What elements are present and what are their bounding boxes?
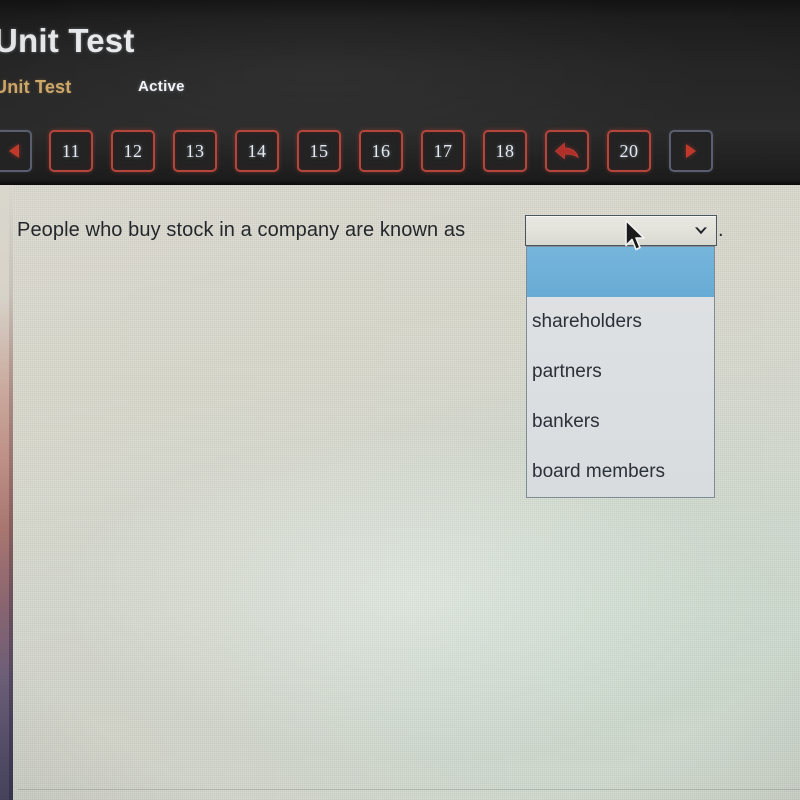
answer-select-dropdown[interactable]: shareholders partners bankers board memb… — [526, 246, 715, 498]
pagination-item-20[interactable]: 20 — [607, 130, 651, 172]
dropdown-option-partners[interactable]: partners — [527, 347, 714, 397]
pagination-next-button[interactable] — [669, 130, 713, 172]
triangle-left-icon — [9, 144, 19, 158]
triangle-right-icon — [686, 144, 696, 158]
screenshot-root: Unit Test Unit Test Active 11 12 13 14 1… — [0, 0, 800, 800]
left-bezel-shadow — [9, 185, 13, 800]
app-header: Unit Test Unit Test Active 11 12 13 14 1… — [0, 0, 800, 185]
pagination-item-12[interactable]: 12 — [111, 130, 155, 172]
question-pagination[interactable]: 11 12 13 14 15 16 17 18 20 — [0, 129, 731, 173]
breadcrumb-unit-test[interactable]: Unit Test — [0, 77, 71, 98]
dropdown-option-label: bankers — [532, 411, 600, 432]
pagination-item-16[interactable]: 16 — [359, 130, 403, 172]
dropdown-option-label: shareholders — [532, 311, 642, 332]
pagination-label: 13 — [185, 140, 205, 161]
pagination-label: 20 — [619, 140, 639, 161]
pagination-item-18[interactable]: 18 — [483, 130, 527, 172]
chevron-down-icon[interactable] — [693, 224, 709, 238]
dropdown-option-board-members[interactable]: board members — [527, 447, 714, 497]
pagination-label: 16 — [371, 140, 391, 161]
pagination-label: 18 — [495, 140, 515, 161]
pagination-label: 17 — [433, 140, 453, 161]
question-trailing-period: . — [718, 219, 724, 241]
dropdown-option-blank[interactable] — [527, 247, 714, 297]
pagination-label: 12 — [123, 140, 143, 161]
pagination-item-19-flagged[interactable] — [545, 130, 589, 172]
dropdown-option-label: board members — [532, 461, 666, 482]
dropdown-option-bankers[interactable]: bankers — [527, 397, 714, 447]
pagination-item-17[interactable]: 17 — [421, 130, 465, 172]
pagination-item-11[interactable]: 11 — [49, 130, 93, 172]
status-badge: Active — [138, 78, 185, 95]
dropdown-option-shareholders[interactable]: shareholders — [527, 297, 714, 347]
pagination-prev-button[interactable] — [0, 130, 32, 172]
pagination-item-14[interactable]: 14 — [235, 130, 279, 172]
pagination-label: 14 — [247, 140, 267, 161]
page-title: Unit Test — [0, 22, 135, 59]
answer-select[interactable] — [525, 215, 717, 246]
question-text: People who buy stock in a company are kn… — [17, 219, 466, 241]
pagination-item-13[interactable]: 13 — [173, 130, 217, 172]
pagination-label: 15 — [309, 140, 329, 161]
pagination-label: 11 — [61, 140, 81, 161]
page-bottom-divider — [18, 789, 800, 790]
pagination-item-15[interactable]: 15 — [297, 130, 341, 172]
red-arrow-left-icon — [555, 142, 579, 160]
dropdown-option-label: partners — [532, 361, 602, 382]
